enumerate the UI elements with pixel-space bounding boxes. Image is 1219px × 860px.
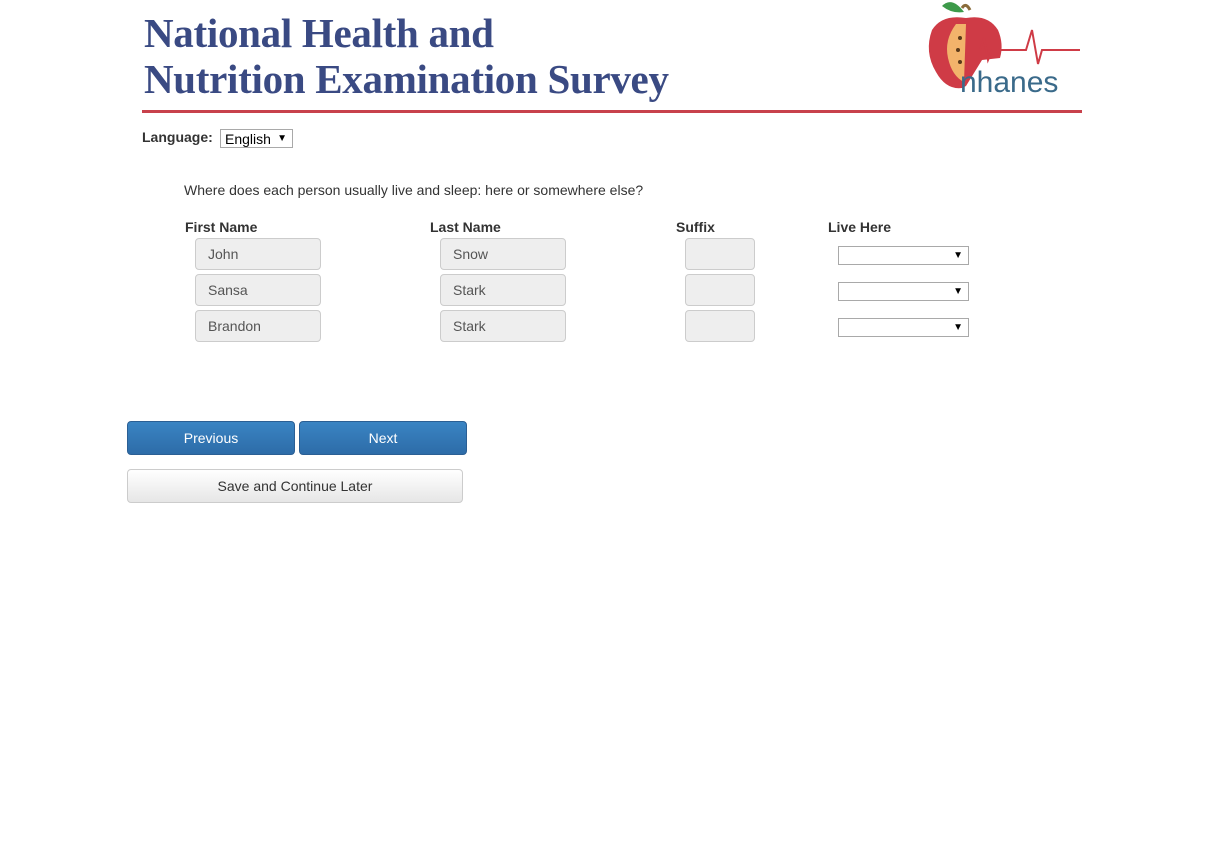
page-title: National Health and Nutrition Examinatio… <box>144 10 669 102</box>
last-name-field[interactable]: Stark <box>440 310 566 342</box>
column-header-first-name: First Name <box>185 219 258 235</box>
language-label: Language: <box>142 129 213 145</box>
title-line-1: National Health and <box>144 10 494 56</box>
live-here-select[interactable]: ▼ <box>838 318 969 337</box>
suffix-field[interactable] <box>685 310 755 342</box>
previous-button[interactable]: Previous <box>127 421 295 455</box>
save-continue-later-button[interactable]: Save and Continue Later <box>127 469 463 503</box>
chevron-down-icon: ▼ <box>953 322 963 333</box>
chevron-down-icon: ▼ <box>277 133 287 144</box>
language-select[interactable]: English ▼ <box>220 129 293 148</box>
first-name-field[interactable]: Sansa <box>195 274 321 306</box>
chevron-down-icon: ▼ <box>953 286 963 297</box>
header-divider <box>142 110 1082 113</box>
question-text: Where does each person usually live and … <box>184 182 644 198</box>
logo-wordmark: nhanes <box>960 66 1058 99</box>
chevron-down-icon: ▼ <box>953 250 963 261</box>
page-header: National Health and Nutrition Examinatio… <box>142 0 1082 114</box>
first-name-field[interactable]: Brandon <box>195 310 321 342</box>
suffix-field[interactable] <box>685 238 755 270</box>
column-header-last-name: Last Name <box>430 219 501 235</box>
suffix-field[interactable] <box>685 274 755 306</box>
nhanes-logo: nhanes <box>928 2 1080 99</box>
column-header-live-here: Live Here <box>828 219 892 235</box>
last-name-field[interactable]: Stark <box>440 274 566 306</box>
language-selected-value: English <box>225 131 271 147</box>
next-button[interactable]: Next <box>299 421 467 455</box>
live-here-select[interactable]: ▼ <box>838 246 969 265</box>
live-here-select[interactable]: ▼ <box>838 282 969 301</box>
column-header-suffix: Suffix <box>676 219 715 235</box>
first-name-field[interactable]: John <box>195 238 321 270</box>
last-name-field[interactable]: Snow <box>440 238 566 270</box>
title-line-2: Nutrition Examination Survey <box>144 56 669 102</box>
